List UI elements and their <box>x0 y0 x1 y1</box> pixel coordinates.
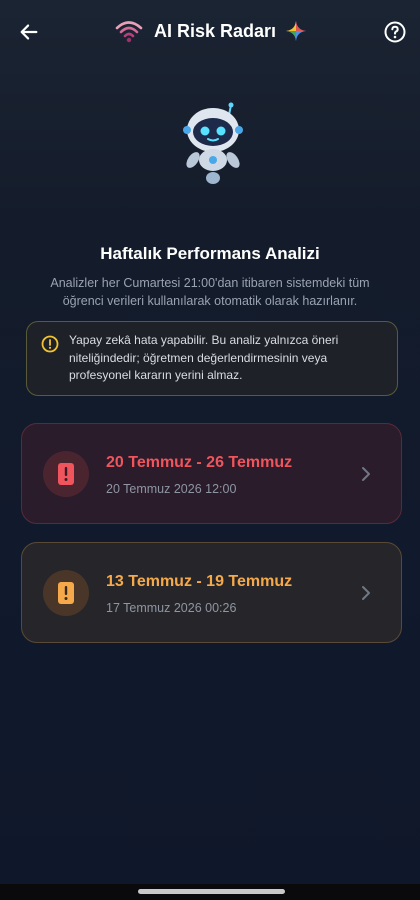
chevron-right-icon <box>362 467 370 481</box>
phone-alert-icon <box>58 463 74 485</box>
app-title-group: AI Risk Radarı <box>114 18 307 44</box>
report-card-title: 13 Temmuz - 19 Temmuz <box>106 573 293 590</box>
arrow-left-icon <box>20 24 38 40</box>
home-gesture-handle[interactable] <box>138 889 285 894</box>
section-description: Analizler her Cumartesi 21:00'dan itibar… <box>50 276 370 308</box>
report-card-date: 20 Temmuz 2026 12:00 <box>106 482 237 496</box>
info-icon <box>41 335 59 353</box>
phone-alert-icon <box>58 582 74 604</box>
disclaimer-text: Yapay zekâ hata yapabilir. Bu analiz yal… <box>69 333 339 382</box>
gemini-sparkle-icon <box>286 21 307 41</box>
report-card-2[interactable]: 13 Temmuz - 19 Temmuz 17 Temmuz 2026 00:… <box>21 542 402 643</box>
chevron-right-icon <box>362 586 370 600</box>
help-circle-icon <box>384 21 406 43</box>
report-card-icon-wrap <box>43 451 89 497</box>
back-button[interactable] <box>14 17 44 47</box>
robot-mascot-illustration <box>183 102 243 184</box>
help-button[interactable] <box>380 17 410 47</box>
wifi-icon <box>115 21 143 43</box>
ai-disclaimer-box: Yapay zekâ hata yapabilir. Bu analiz yal… <box>26 321 398 396</box>
report-card-title: 20 Temmuz - 26 Temmuz <box>106 454 293 471</box>
app-bar: AI Risk Radarı <box>0 0 420 62</box>
report-card-1[interactable]: 20 Temmuz - 26 Temmuz 20 Temmuz 2026 12:… <box>21 423 402 524</box>
report-card-date: 17 Temmuz 2026 00:26 <box>106 601 237 615</box>
home-indicator-bar <box>0 884 420 900</box>
report-card-icon-wrap <box>43 570 89 616</box>
section-title: Haftalık Performans Analizi <box>100 244 320 263</box>
app-title: AI Risk Radarı <box>153 20 277 41</box>
